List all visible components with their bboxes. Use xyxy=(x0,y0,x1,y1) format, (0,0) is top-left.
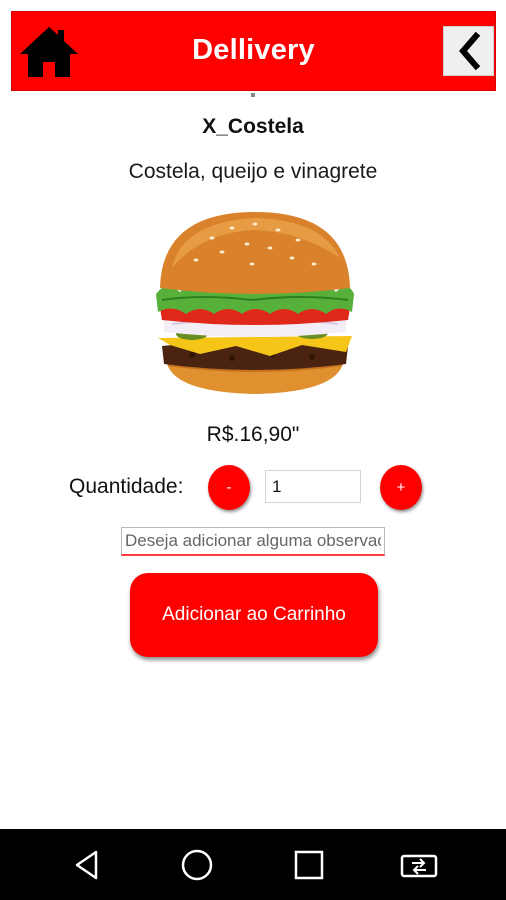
increase-quantity-button[interactable]: + xyxy=(380,465,422,510)
system-nav-bar xyxy=(0,829,506,900)
product-price: R$.16,90" xyxy=(206,423,300,446)
screen-rotate-icon xyxy=(400,854,438,877)
nav-rotate-button[interactable] xyxy=(379,829,459,900)
back-triangle-icon xyxy=(75,850,98,879)
burger-image xyxy=(156,212,354,394)
product-description: Costela, queijo e vinagrete xyxy=(128,160,378,183)
add-to-cart-button[interactable]: Adicionar ao Carrinho xyxy=(130,573,378,657)
nav-back-button[interactable] xyxy=(47,829,127,900)
app-title: Dellivery xyxy=(192,34,315,66)
product-name: X_Costela xyxy=(202,115,304,138)
chevron-left-icon xyxy=(458,32,480,70)
back-button[interactable] xyxy=(443,26,494,76)
divider-dot xyxy=(251,93,255,97)
nav-recents-button[interactable] xyxy=(269,829,349,900)
nav-home-button[interactable] xyxy=(157,829,237,900)
home-circle-icon xyxy=(181,849,213,880)
quantity-label: Quantidade: xyxy=(69,475,184,498)
recents-square-icon xyxy=(294,850,324,879)
app-bar: Dellivery xyxy=(11,11,496,91)
decrease-quantity-button[interactable]: - xyxy=(208,465,250,510)
quantity-input[interactable] xyxy=(265,470,361,503)
observation-input[interactable] xyxy=(121,527,385,556)
